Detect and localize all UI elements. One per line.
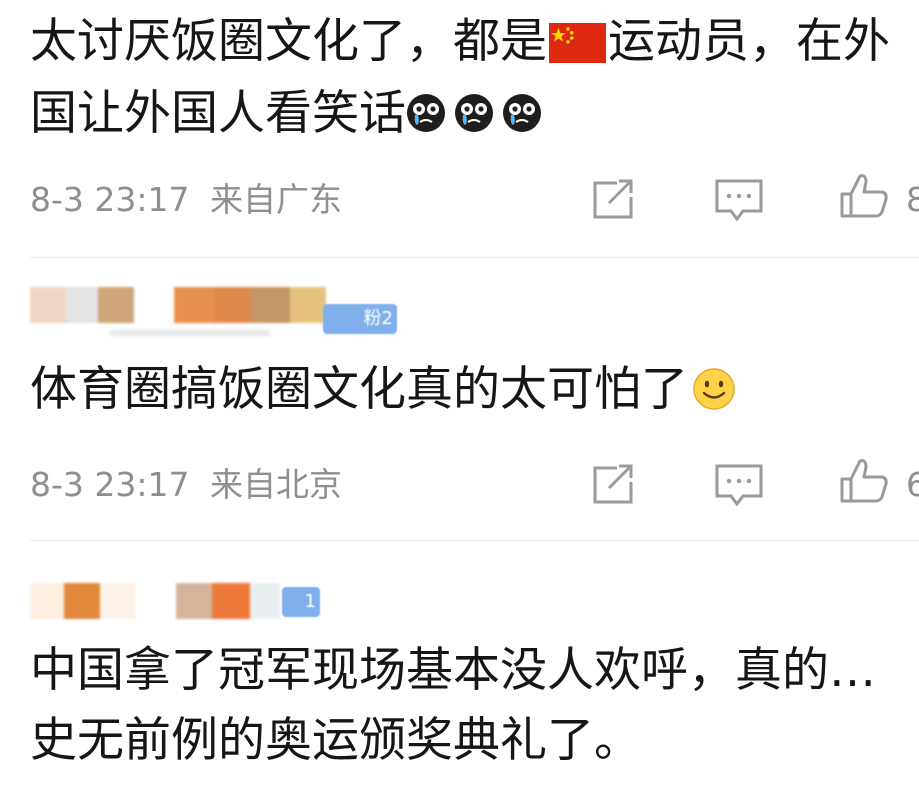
comment-text: 中国拿了冠军现场基本没人欢呼，真的 — [30, 643, 829, 698]
location-label: 来自广东 — [210, 180, 342, 219]
comment-text: 运动员，在外 — [608, 14, 890, 69]
divider — [30, 257, 919, 258]
comment-icon[interactable] — [713, 177, 765, 223]
share-icon[interactable] — [587, 177, 639, 223]
fan-level-badge: 1 — [282, 587, 320, 617]
china-flag-icon — [549, 23, 606, 63]
comment-text: 体育圈搞饭圈文化真的太可怕了 — [30, 362, 688, 417]
comment-text: 国让外国人看笑话 — [30, 86, 406, 141]
like-icon[interactable] — [838, 457, 890, 503]
comment-2-line-1: 体育圈搞饭圈文化真的太可怕了 — [30, 355, 736, 425]
comment-1-line-1: 太讨厌饭圈文化了，都是 运动员，在外 — [30, 7, 890, 77]
like-count: 6 — [906, 465, 919, 504]
like-count: 8 — [906, 180, 919, 219]
timestamp: 8-3 23:17 — [30, 180, 190, 219]
divider — [30, 540, 919, 541]
comment-1-line-2: 国让外国人看笑话 — [30, 79, 550, 149]
share-icon[interactable] — [587, 462, 639, 508]
fan-level-badge: 粉2 — [323, 304, 397, 334]
blurred-username-shadow — [110, 330, 270, 336]
crying-face-icon — [406, 93, 446, 133]
crying-face-icon — [454, 93, 494, 133]
comment-icon[interactable] — [713, 462, 765, 508]
comment-2-meta: 8-3 23:17 来自北京 — [30, 465, 342, 505]
smile-icon — [692, 367, 736, 411]
comment-text: 史无前例的奥运颁奖典礼了。 — [30, 713, 641, 768]
like-icon[interactable] — [838, 172, 890, 218]
comment-1-meta: 8-3 23:17 来自广东 — [30, 180, 342, 220]
comment-3-line-1: 中国拿了冠军现场基本没人欢呼，真的… — [30, 636, 876, 706]
comment-text: 太讨厌饭圈文化了，都是 — [30, 14, 547, 69]
location-label: 来自北京 — [210, 465, 342, 504]
blurred-username — [30, 583, 280, 619]
crying-face-icon — [502, 93, 542, 133]
ellipsis: … — [829, 643, 876, 698]
comment-3-line-2: 史无前例的奥运颁奖典礼了。 — [30, 706, 641, 776]
timestamp: 8-3 23:17 — [30, 465, 190, 504]
blurred-username — [30, 287, 326, 323]
